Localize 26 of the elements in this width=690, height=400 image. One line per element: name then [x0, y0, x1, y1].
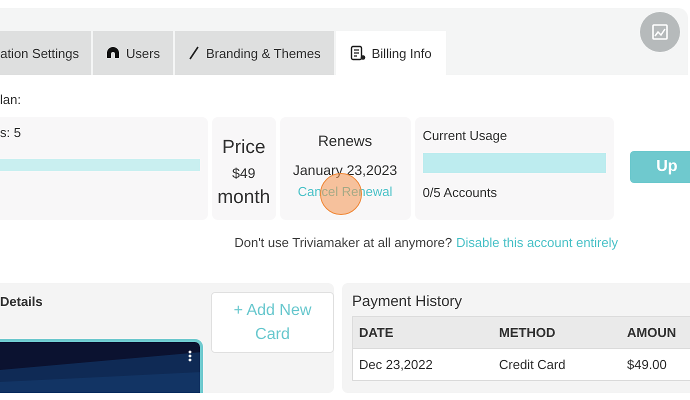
price-title: Price [222, 137, 266, 159]
table-cell: Dec 23,2022 [352, 348, 493, 380]
payment-history-title: Payment History [352, 293, 464, 310]
card-details-title: Details [0, 294, 44, 309]
column-header: METHOD [493, 316, 621, 348]
headset-icon [106, 46, 120, 60]
renewal-date: January 23,2023 [292, 162, 398, 178]
pen-icon [188, 46, 200, 60]
receipt-icon [350, 45, 366, 61]
table-cell: Credit Card [493, 348, 621, 380]
plan-accounts-text: s: 5 [0, 125, 22, 140]
usage-title: Current Usage [422, 128, 508, 143]
tab[interactable]: Users [93, 31, 173, 75]
tab[interactable]: Branding & Themes [174, 31, 334, 75]
price-amount: $49 [232, 165, 256, 181]
tab[interactable]: Billing Info [336, 31, 446, 75]
disable-prompt: Don't use Triviamaker at all anymore? [234, 235, 452, 250]
more-icon[interactable] [188, 350, 192, 362]
price-period: month [217, 187, 270, 209]
column-header: DATE [352, 316, 493, 348]
usage-count: 0/5 Accounts [422, 185, 498, 200]
column-header: AMOUN [621, 316, 690, 348]
table-cell: $49.00 [621, 348, 690, 380]
tab[interactable]: ation Settings [0, 31, 91, 75]
plan-label: lan: [0, 92, 22, 108]
renews-title: Renews [318, 133, 372, 150]
